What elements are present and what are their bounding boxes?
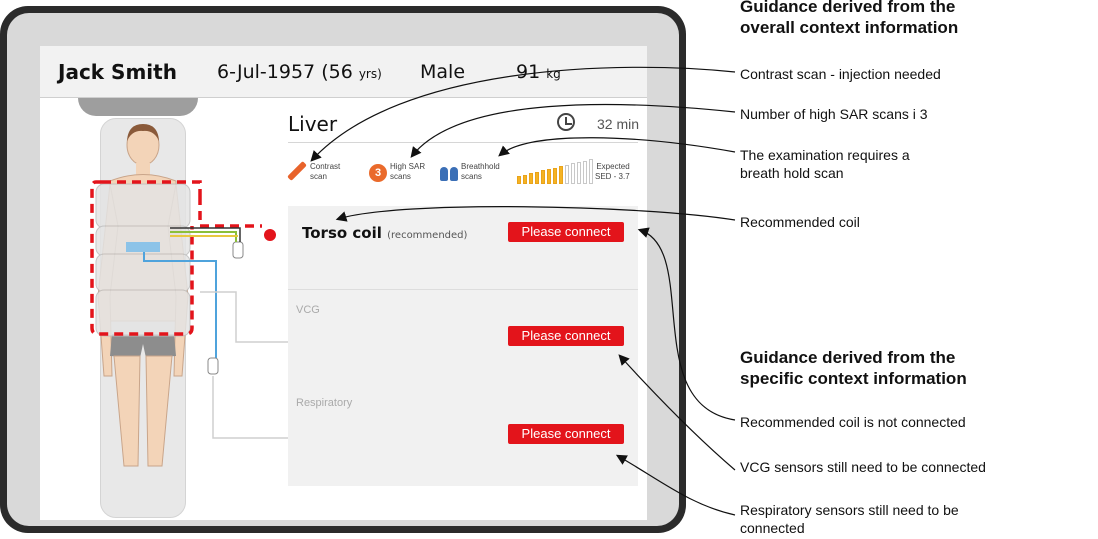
vcg-plug (207, 357, 219, 375)
sed-line1: Expected (596, 162, 630, 171)
vcg-sensor-patch (126, 242, 160, 252)
sar-line2: scans (390, 172, 411, 181)
sed-level-bar (529, 173, 533, 184)
sed-level-bar (589, 159, 593, 184)
torso-coil-label: Torso coil (recommended) (302, 224, 467, 242)
coil-connector-dash (198, 196, 262, 228)
body-neck (136, 163, 150, 175)
sar-count-badge: 3 (369, 164, 387, 182)
specific-heading-line2: specific context information (740, 369, 967, 388)
title-divider (288, 142, 638, 143)
exam-title: Liver (288, 112, 338, 136)
sed-level-bar (517, 176, 521, 184)
coil-connector-dot (264, 229, 276, 241)
coil-connection-panel (288, 206, 638, 486)
annotation-recommended-coil: Recommended coil (740, 214, 860, 230)
resp-line1: Respiratory sensors still need to be (740, 502, 959, 518)
contrast-line1: Contrast (310, 162, 341, 171)
sed-level-bar (577, 162, 581, 184)
sed-line2: SED - 3.7 (595, 172, 630, 181)
sar-line1: High SAR (390, 162, 426, 171)
connect-vcg-button[interactable]: Please connect (508, 326, 624, 346)
specific-heading-line1: Guidance derived from the (740, 348, 956, 367)
overall-guidance-heading: Guidance derived from the overall context… (740, 0, 958, 38)
annotation-vcg: VCG sensors still need to be connected (740, 459, 986, 475)
resp-line2: connected (740, 520, 805, 536)
connect-respiratory-button[interactable]: Please connect (508, 424, 624, 444)
breath-line2: breath hold scan (740, 165, 844, 181)
sed-level-bar (541, 170, 545, 184)
sed-level-bar (559, 166, 563, 184)
breathhold-line2: scans (461, 172, 482, 181)
vcg-label: VCG (296, 304, 320, 316)
sed-level-bar (583, 160, 587, 184)
contrast-indicator-label: Contrast scan (310, 162, 340, 182)
respiratory-label: Respiratory (296, 397, 353, 409)
annotation-respiratory: Respiratory sensors still need to be conn… (740, 501, 959, 537)
annotation-breathhold: The examination requires a breath hold sc… (740, 146, 910, 182)
torso-coil-note: (recommended) (387, 230, 468, 241)
sar-indicator-label: High SAR scans (390, 162, 425, 182)
exam-duration: 32 min (597, 116, 640, 132)
annotation-coil-not-connected: Recommended coil is not connected (740, 414, 966, 430)
sed-level-bar (547, 169, 551, 184)
clock-icon (557, 113, 575, 131)
sed-level-bar (571, 163, 575, 184)
resp-line (212, 376, 288, 439)
contrast-line2: scan (310, 172, 327, 181)
sed-level-bar (535, 171, 539, 184)
specific-guidance-heading: Guidance derived from the specific contex… (740, 347, 967, 389)
coil-plug (232, 241, 244, 259)
annotation-sar: Number of high SAR scans i 3 (740, 106, 928, 122)
vcg-line (200, 291, 288, 343)
scanner-screen: Jack Smith 6-Jul-1957 (56 yrs) Male 91 k… (40, 46, 647, 520)
overall-heading-line2: overall context information (740, 18, 959, 37)
connect-torso-coil-button[interactable]: Please connect (508, 222, 624, 242)
sed-level-bar (523, 174, 527, 184)
sed-level-meter (517, 158, 597, 184)
body-legs (113, 355, 173, 467)
annotation-contrast: Contrast scan - injection needed (740, 66, 941, 82)
breathhold-indicator-label: Breathhold scans (461, 162, 500, 182)
breathhold-line1: Breathhold (461, 162, 500, 171)
overall-heading-line1: Guidance derived from the (740, 0, 956, 16)
lungs-icon (440, 165, 458, 181)
breath-line1: The examination requires a (740, 147, 910, 163)
sed-level-bar (565, 164, 569, 184)
coil-row-divider (288, 289, 638, 290)
sed-indicator-label: Expected SED - 3.7 (595, 162, 630, 182)
torso-coil-name: Torso coil (302, 224, 382, 242)
sed-level-bar (553, 167, 557, 184)
body-shorts (110, 334, 176, 358)
